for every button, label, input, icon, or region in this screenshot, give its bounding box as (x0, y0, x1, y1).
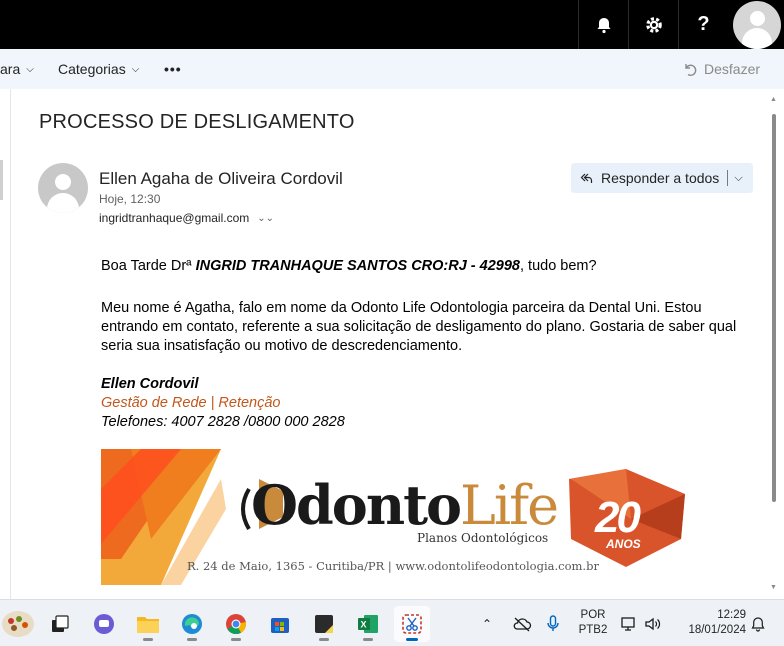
company-address: R. 24 de Maio, 1365 - Curitiba/PR | www.… (187, 559, 599, 573)
left-pane-edge (0, 160, 3, 200)
system-clock[interactable]: 12:29 18/01/2024 (674, 608, 746, 638)
windows-taskbar: X ⌃ POR PTB2 12:29 18/01/2024 (0, 599, 784, 646)
sticky-notes-button[interactable] (306, 606, 342, 642)
reply-all-icon (579, 171, 593, 185)
running-indicator (143, 638, 153, 641)
notification-center-button[interactable] (750, 600, 766, 646)
excel-icon: X (358, 615, 378, 633)
running-indicator (319, 638, 329, 641)
snipping-tool-icon (402, 614, 422, 634)
edge-browser-button[interactable] (174, 606, 210, 642)
greeting-recipient-name: INGRID TRANHAQUE SANTOS CRO:RJ - 42998 (195, 258, 520, 274)
account-avatar-button[interactable] (732, 0, 782, 49)
undo-button[interactable]: Desfazer (682, 49, 760, 89)
recipient-line: ingridtranhaque@gmail.com ⌄⌄ (99, 211, 274, 225)
email-subject: PROCESSO DE DESLIGAMENTO (39, 111, 355, 133)
gear-icon (645, 16, 662, 33)
company-tagline: Planos Odontológicos (417, 531, 549, 545)
chevron-down-icon[interactable]: ⌵ (734, 172, 742, 185)
reply-divider (727, 170, 729, 186)
reply-all-label: Responder a todos (601, 170, 720, 186)
help-button[interactable]: ? (678, 0, 728, 49)
edge-icon (182, 614, 202, 634)
signature-phones: Telefones: 4007 2828 /0800 000 2828 (101, 414, 345, 430)
active-indicator (406, 638, 418, 641)
help-icon: ? (697, 13, 710, 35)
command-bar: ara ⌵ Categorias ⌵ ••• Desfazer (0, 49, 784, 89)
network-icon (621, 616, 635, 631)
email-body-paragraph: Meu nome é Agatha, falo em nome da Odont… (101, 300, 737, 354)
task-view-icon (52, 615, 69, 632)
undo-icon (685, 64, 697, 76)
sticky-notes-icon (315, 615, 333, 633)
notifications-button[interactable] (578, 0, 628, 49)
greeting-line: Boa Tarde Drª INGRID TRANHAQUE SANTOS CR… (101, 257, 761, 276)
microphone-status[interactable] (546, 600, 560, 646)
recipient-address[interactable]: ingridtranhaque@gmail.com (99, 211, 249, 225)
command-dropdown-partial[interactable]: ara ⌵ (0, 49, 34, 89)
categories-button[interactable]: Categorias ⌵ (58, 49, 139, 89)
signature-department: Gestão de Rede | Retenção (101, 395, 281, 411)
file-explorer-button[interactable] (130, 606, 166, 642)
running-indicator (231, 638, 241, 641)
task-view-button[interactable] (42, 606, 78, 642)
avatar (733, 0, 781, 49)
bell-icon (751, 616, 765, 632)
scroll-down-icon[interactable]: ▼ (770, 584, 777, 591)
signature-name: Ellen Cordovil (101, 376, 199, 392)
network-status[interactable] (620, 600, 638, 646)
more-actions-button[interactable]: ••• (164, 49, 182, 89)
chrome-browser-button[interactable] (218, 606, 254, 642)
speaker-icon (645, 617, 661, 630)
chevron-up-icon: ⌃ (482, 616, 493, 631)
onedrive-status[interactable] (512, 600, 532, 646)
scroll-up-icon[interactable]: ▲ (770, 96, 777, 103)
top-header-bar: ? (0, 0, 784, 49)
greeting-prefix: Boa Tarde Drª (101, 258, 196, 274)
anniversary-badge-number: 20 (595, 493, 641, 542)
store-icon (271, 618, 289, 633)
signature-block: Ellen Cordovil Gestão de Rede | Retenção… (101, 375, 345, 432)
greeting-suffix: , tudo bem? (520, 258, 597, 274)
folder-icon (137, 617, 159, 633)
show-hidden-icons-button[interactable]: ⌃ (482, 600, 492, 646)
bell-icon (597, 17, 610, 33)
svg-text:X: X (361, 620, 367, 630)
widgets-button[interactable] (0, 606, 36, 642)
reading-pane: PROCESSO DE DESLIGAMENTO Ellen Agaha de … (10, 89, 784, 599)
cloud-offline-icon (513, 617, 532, 631)
excel-button[interactable]: X (350, 606, 386, 642)
running-indicator (187, 638, 197, 641)
running-indicator (363, 638, 373, 641)
categories-label: Categorias (58, 61, 126, 77)
company-logo-text: OdontoLife (251, 473, 559, 537)
sent-time: Hoje, 12:30 (99, 192, 161, 206)
chevron-down-icon: ⌵ (26, 63, 34, 75)
clock-time: 12:29 (717, 609, 746, 621)
chat-icon (94, 614, 114, 634)
volume-status[interactable] (644, 600, 662, 646)
microsoft-store-button[interactable] (262, 606, 298, 642)
microphone-icon (547, 614, 559, 631)
undo-label: Desfazer (704, 61, 761, 77)
snipping-tool-button[interactable] (394, 606, 430, 642)
input-language-indicator[interactable]: POR PTB2 (574, 608, 612, 638)
sender-avatar[interactable] (38, 163, 88, 213)
reply-all-button[interactable]: Responder a todos ⌵ (571, 163, 753, 193)
more-icon: ••• (164, 61, 182, 77)
expand-recipients-icon[interactable]: ⌄⌄ (257, 213, 274, 224)
scrollbar-thumb[interactable] (772, 114, 776, 502)
company-banner-image: OdontoLife Planos Odontológicos R. 24 de… (101, 449, 691, 585)
widgets-icon (2, 611, 34, 637)
settings-button[interactable] (628, 0, 678, 49)
sender-name[interactable]: Ellen Agaha de Oliveira Cordovil (99, 169, 343, 189)
command-partial-label: ara (0, 61, 21, 77)
chrome-icon (226, 614, 247, 635)
reading-pane-scrollbar[interactable]: ▲ ▼ (770, 96, 778, 596)
clock-date: 18/01/2024 (688, 624, 746, 636)
teams-chat-button[interactable] (86, 606, 122, 642)
anniversary-badge-word: ANOS (606, 537, 641, 551)
chevron-down-icon: ⌵ (131, 63, 140, 75)
